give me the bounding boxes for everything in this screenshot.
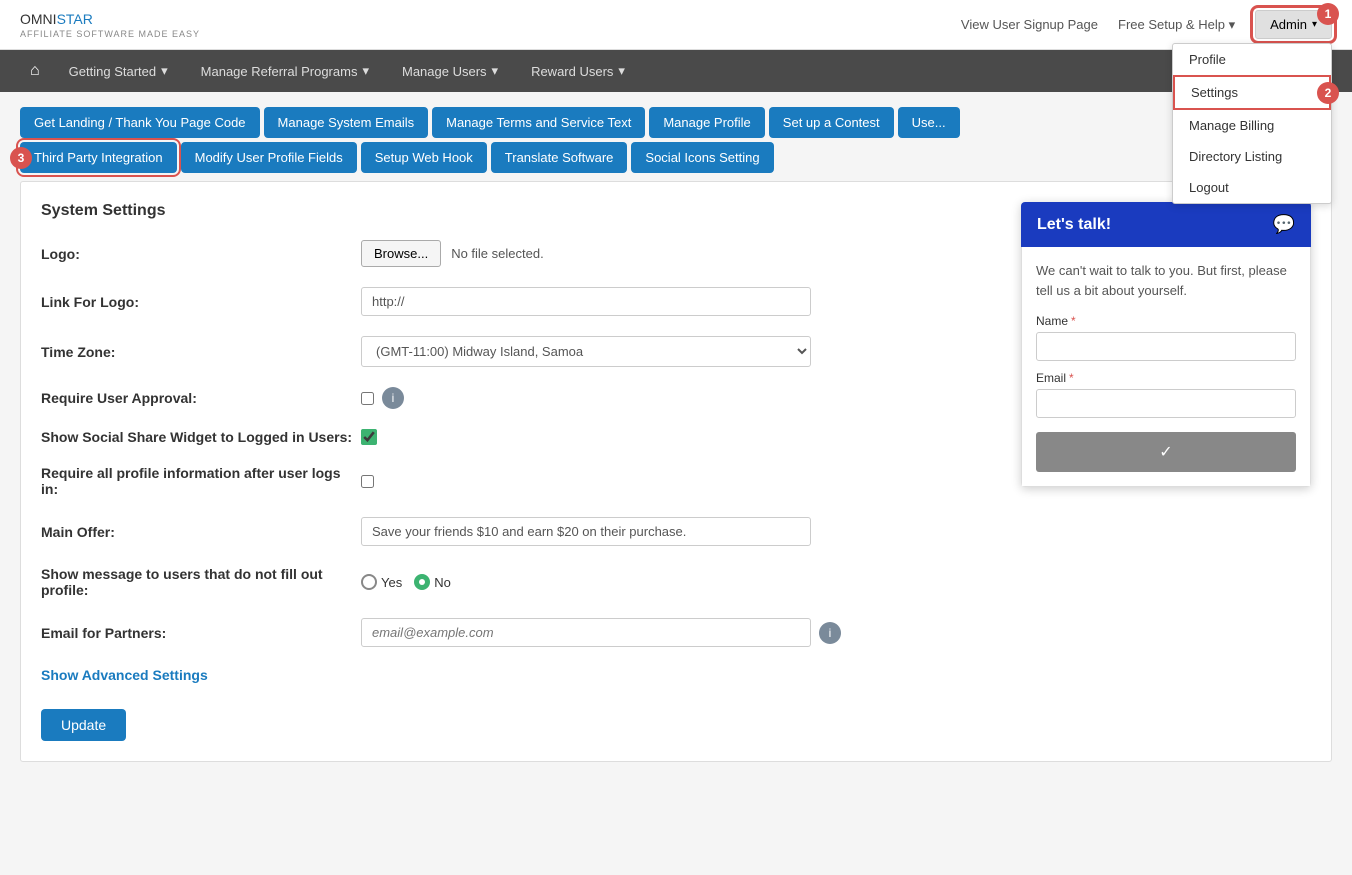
radio-yes-circle (361, 574, 377, 590)
nav-getting-started[interactable]: Getting Started ▾ (55, 51, 182, 91)
email-partners-input[interactable] (361, 618, 811, 647)
tab-translate-software[interactable]: Translate Software (491, 142, 628, 173)
step-badge-3: 3 (10, 147, 32, 169)
tab-social-icons[interactable]: Social Icons Setting (631, 142, 773, 173)
radio-yes-label[interactable]: Yes (361, 574, 402, 590)
nav-reward-users[interactable]: Reward Users ▾ (517, 51, 639, 91)
dropdown-logout[interactable]: Logout (1173, 172, 1331, 203)
logo-text: OMNISTAR (20, 11, 200, 27)
form-row-show-message: Show message to users that do not fill o… (41, 566, 1311, 598)
chat-name-label: Name * (1036, 314, 1296, 328)
email-partners-control: i (361, 618, 1311, 647)
dropdown-directory-listing[interactable]: Directory Listing (1173, 141, 1331, 172)
logo-label: Logo: (41, 246, 361, 262)
link-logo-label: Link For Logo: (41, 294, 361, 310)
social-share-checkbox[interactable] (361, 429, 377, 445)
content: Get Landing / Thank You Page Code Manage… (0, 92, 1352, 777)
logo-tagline: AFFILIATE SOFTWARE MADE EASY (20, 29, 200, 39)
show-message-control: Yes No (361, 574, 1311, 590)
chat-description: We can't wait to talk to you. But first,… (1036, 261, 1296, 300)
link-logo-input[interactable] (361, 287, 811, 316)
main-offer-input[interactable] (361, 517, 811, 546)
chat-email-label: Email * (1036, 371, 1296, 385)
chat-body: We can't wait to talk to you. But first,… (1021, 247, 1311, 487)
tab-get-landing[interactable]: Get Landing / Thank You Page Code (20, 107, 260, 138)
view-signup-link[interactable]: View User Signup Page (961, 17, 1098, 32)
tab-modify-profile-fields[interactable]: Modify User Profile Fields (181, 142, 357, 173)
logo-omni: OMNI (20, 11, 57, 27)
radio-no-label[interactable]: No (414, 574, 451, 590)
main-offer-label: Main Offer: (41, 524, 361, 540)
tab-manage-terms[interactable]: Manage Terms and Service Text (432, 107, 645, 138)
form-row-main-offer: Main Offer: (41, 517, 1311, 546)
tab-row-1: Get Landing / Thank You Page Code Manage… (20, 107, 1332, 138)
main-offer-control (361, 517, 1311, 546)
tab-setup-contest[interactable]: Set up a Contest (769, 107, 894, 138)
tab-setup-webhook[interactable]: Setup Web Hook (361, 142, 487, 173)
step-badge-2: 2 (1317, 82, 1339, 104)
chat-email-input[interactable] (1036, 389, 1296, 418)
tab-row-2: Third Party Integration 3 Modify User Pr… (20, 142, 1332, 173)
step-badge-1: 1 (1317, 3, 1339, 25)
form-row-email-partners: Email for Partners: i (41, 618, 1311, 647)
nav-manage-referral[interactable]: Manage Referral Programs ▾ (187, 51, 383, 91)
nav-manage-users[interactable]: Manage Users ▾ (388, 51, 512, 91)
navbar: ⌂ Getting Started ▾ Manage Referral Prog… (0, 50, 1352, 92)
social-share-label: Show Social Share Widget to Logged in Us… (41, 429, 361, 445)
timezone-select[interactable]: (GMT-11:00) Midway Island, Samoa (361, 336, 811, 367)
advanced-settings-row: Show Advanced Settings (41, 667, 1311, 683)
logo: OMNISTAR AFFILIATE SOFTWARE MADE EASY (20, 11, 200, 39)
file-label: No file selected. (451, 246, 544, 261)
header: OMNISTAR AFFILIATE SOFTWARE MADE EASY Vi… (0, 0, 1352, 50)
require-profile-label: Require all profile information after us… (41, 465, 361, 497)
chat-widget: Let's talk! 💬 We can't wait to talk to y… (1021, 202, 1311, 487)
nav-home[interactable]: ⌂ (20, 50, 50, 92)
admin-wrapper: Admin ▾ 1 Profile Settings 2 Manage Bill… (1255, 10, 1332, 39)
advanced-settings-link[interactable]: Show Advanced Settings (41, 667, 208, 683)
chat-header: Let's talk! 💬 (1021, 202, 1311, 247)
dropdown-profile[interactable]: Profile (1173, 44, 1331, 75)
header-right: View User Signup Page Free Setup & Help … (961, 10, 1332, 39)
tab-manage-emails[interactable]: Manage System Emails (264, 107, 429, 138)
browse-button[interactable]: Browse... (361, 240, 441, 267)
timezone-label: Time Zone: (41, 344, 361, 360)
chat-title: Let's talk! (1037, 216, 1111, 234)
admin-button[interactable]: Admin ▾ 1 (1255, 10, 1332, 39)
radio-no-circle (414, 574, 430, 590)
require-approval-checkbox[interactable] (361, 392, 374, 405)
chat-email-field-group: Email * (1036, 371, 1296, 428)
chat-name-input[interactable] (1036, 332, 1296, 361)
require-approval-label: Require User Approval: (41, 390, 361, 406)
chat-icon: 💬 (1273, 214, 1295, 235)
require-profile-checkbox[interactable] (361, 475, 374, 488)
update-button[interactable]: Update (41, 709, 126, 741)
email-partners-label: Email for Partners: (41, 625, 361, 641)
free-setup-link[interactable]: Free Setup & Help ▾ (1118, 17, 1235, 33)
main-panel: System Settings Logo: Browse... No file … (20, 181, 1332, 762)
email-partners-info-icon[interactable]: i (819, 622, 841, 644)
dropdown-settings[interactable]: Settings 2 (1173, 75, 1331, 110)
logo-star: STAR (57, 11, 93, 27)
tab-third-party[interactable]: Third Party Integration (20, 142, 177, 173)
dropdown-manage-billing[interactable]: Manage Billing (1173, 110, 1331, 141)
require-approval-info-icon[interactable]: i (382, 387, 404, 409)
chat-submit-button[interactable]: ✓ (1036, 432, 1296, 472)
tab-manage-profile[interactable]: Manage Profile (649, 107, 764, 138)
show-message-label: Show message to users that do not fill o… (41, 566, 361, 598)
chat-name-field-group: Name * (1036, 314, 1296, 371)
email-required-star: * (1069, 371, 1074, 385)
admin-dropdown: Profile Settings 2 Manage Billing Direct… (1172, 43, 1332, 204)
tab-use[interactable]: Use... (898, 107, 960, 138)
name-required-star: * (1071, 314, 1076, 328)
